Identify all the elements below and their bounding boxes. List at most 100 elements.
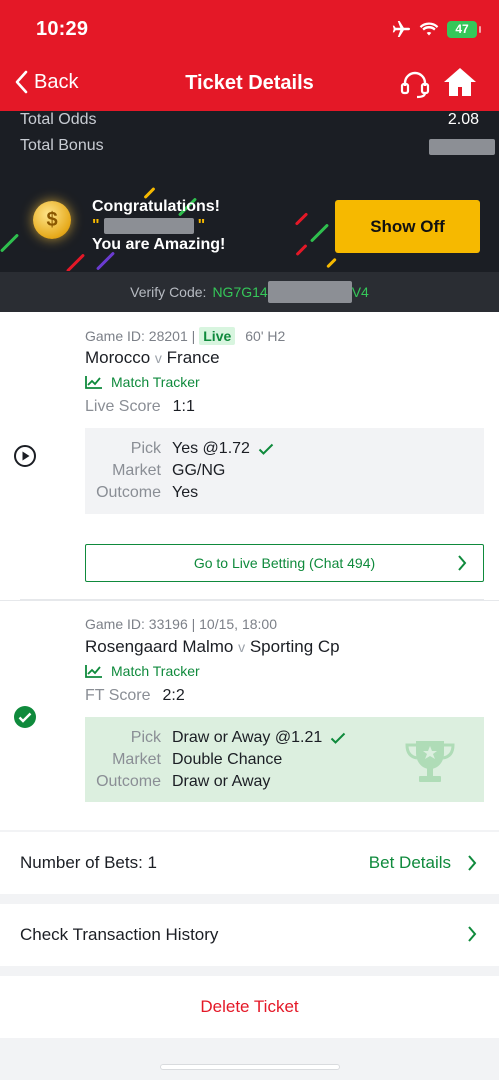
- home-icon: [444, 68, 476, 96]
- market-row: Market GG/NG: [85, 462, 484, 480]
- home-team: Morocco: [85, 348, 151, 367]
- score-label: FT Score: [85, 687, 151, 704]
- match-teams: Rosengaard Malmo v Sporting Cp: [85, 637, 340, 657]
- outcome-label: Outcome: [96, 484, 161, 501]
- vs-label: v: [238, 639, 246, 655]
- total-odds-label: Total Odds: [20, 111, 97, 128]
- status-time: 10:29: [36, 18, 89, 40]
- congrats-username: " ": [92, 216, 225, 235]
- support-button[interactable]: [399, 68, 431, 105]
- status-icons: 47: [391, 20, 481, 38]
- total-odds-row: Total Odds 2.08: [20, 111, 479, 129]
- verify-code: NG7G14 V4: [212, 281, 369, 303]
- total-bonus-label: Total Bonus: [20, 137, 104, 154]
- number-of-bets: Number of Bets: 1: [20, 853, 158, 872]
- chevron-right-icon: [458, 555, 467, 571]
- pick-text: Draw or Away @1.21: [172, 729, 323, 746]
- quote-open: ": [92, 217, 100, 234]
- outcome-value: Draw or Away: [172, 773, 271, 790]
- market-row: Market Double Chance: [85, 751, 484, 769]
- battery-indicator: 47: [447, 20, 481, 38]
- vs-label: v: [154, 350, 162, 366]
- pick-value: Yes @1.72: [172, 440, 274, 458]
- pick-row: Pick Yes @1.72: [85, 440, 484, 458]
- market-label: Market: [112, 462, 161, 479]
- chart-icon: [85, 665, 102, 678]
- congrats-text: Congratulations! " " You are Amazing!: [92, 197, 225, 254]
- match-time: 60' H2: [245, 328, 286, 344]
- verify-code-row: Verify Code: NG7G14 V4: [0, 272, 499, 312]
- verify-code-start: NG7G14: [212, 284, 268, 300]
- game-id-text: Game ID: 28201 |: [85, 328, 196, 344]
- pick-row: Pick Draw or Away @1.21: [85, 729, 484, 747]
- battery-level: 47: [455, 22, 469, 36]
- check-icon: [331, 732, 346, 744]
- ft-score: FT Score 2:2: [85, 687, 185, 705]
- wifi-icon: [419, 22, 439, 36]
- top-bar: 10:29 47 Back Ticket Details: [0, 0, 499, 111]
- outcome-row: Outcome Yes: [85, 484, 484, 502]
- total-bonus-row: Total Bonus: [20, 137, 495, 155]
- check-icon: [258, 443, 274, 455]
- history-arrow: [467, 925, 477, 943]
- number-of-bets-row[interactable]: Number of Bets: 1 Bet Details: [0, 832, 499, 894]
- pick-label: Pick: [130, 729, 161, 746]
- outcome-label: Outcome: [96, 773, 161, 790]
- live-betting-button[interactable]: Go to Live Betting (Chat 494): [85, 544, 484, 582]
- delete-ticket-label: Delete Ticket: [200, 997, 299, 1016]
- live-badge: Live: [199, 327, 236, 345]
- selection-box: Pick Draw or Away @1.21 Market Double Ch…: [85, 717, 484, 802]
- outcome-value: Yes: [172, 484, 199, 501]
- bet-details-label: Bet Details: [368, 853, 451, 872]
- total-odds-value: 2.08: [447, 111, 479, 128]
- congrats-banner: $ Congratulations! " " You are Amazing! …: [0, 181, 499, 271]
- congrats-line3: You are Amazing!: [92, 236, 226, 253]
- market-value: GG/NG: [172, 462, 226, 479]
- outcome-row: Outcome Draw or Away: [85, 773, 484, 791]
- coin-icon: $: [33, 201, 71, 239]
- game-id-text: Game ID: 33196 | 10/15, 18:00: [85, 616, 277, 632]
- chevron-right-icon: [468, 926, 477, 942]
- match-tracker-link[interactable]: Match Tracker: [85, 663, 200, 679]
- away-team: France: [166, 348, 220, 367]
- pick-text: Yes @1.72: [172, 440, 250, 457]
- show-off-button[interactable]: Show Off: [335, 200, 480, 253]
- score-value: 1:1: [172, 398, 195, 415]
- pick-value: Draw or Away @1.21: [172, 729, 346, 747]
- chevron-right-icon: [468, 855, 477, 871]
- verify-code-end: V4: [351, 284, 369, 300]
- bet-details-link[interactable]: Bet Details: [369, 853, 477, 873]
- transaction-history-label: Check Transaction History: [20, 925, 219, 944]
- bet-card: Game ID: 33196 | 10/15, 18:00 Rosengaard…: [0, 600, 499, 830]
- chart-icon: [85, 376, 102, 389]
- delete-ticket-button[interactable]: Delete Ticket: [0, 976, 499, 1038]
- match-tracker-label: Match Tracker: [111, 374, 200, 390]
- away-team: Sporting Cp: [249, 637, 340, 656]
- won-check-icon: [13, 705, 37, 734]
- match-tracker-label: Match Tracker: [111, 663, 200, 679]
- score-label: Live Score: [85, 398, 161, 415]
- transaction-history-row[interactable]: Check Transaction History: [0, 904, 499, 966]
- live-score: Live Score 1:1: [85, 398, 195, 416]
- market-label: Market: [112, 751, 161, 768]
- ticket-summary: Total Odds 2.08 Total Bonus $ Congratula…: [0, 111, 499, 312]
- selection-box: Pick Yes @1.72 Market GG/NG Outcome Yes: [85, 428, 484, 514]
- verify-code-redacted: [267, 281, 352, 303]
- pick-label: Pick: [130, 440, 161, 457]
- congrats-line1: Congratulations!: [92, 198, 220, 215]
- score-value: 2:2: [162, 687, 185, 704]
- home-indicator: [160, 1064, 340, 1070]
- airplane-icon: [392, 21, 410, 37]
- home-team: Rosengaard Malmo: [85, 637, 234, 656]
- match-teams: Morocco v France: [85, 348, 220, 368]
- headset-icon: [400, 71, 430, 99]
- quote-close: ": [197, 217, 206, 234]
- verify-label: Verify Code:: [130, 284, 207, 300]
- game-id: Game ID: 33196 | 10/15, 18:00: [85, 616, 277, 632]
- home-button[interactable]: [443, 66, 477, 103]
- play-icon: [13, 444, 37, 473]
- game-id: Game ID: 28201 | Live 60' H2: [85, 327, 285, 345]
- bet-card: Game ID: 28201 | Live 60' H2 Morocco v F…: [0, 312, 499, 600]
- match-tracker-link[interactable]: Match Tracker: [85, 374, 200, 390]
- market-value: Double Chance: [172, 751, 283, 768]
